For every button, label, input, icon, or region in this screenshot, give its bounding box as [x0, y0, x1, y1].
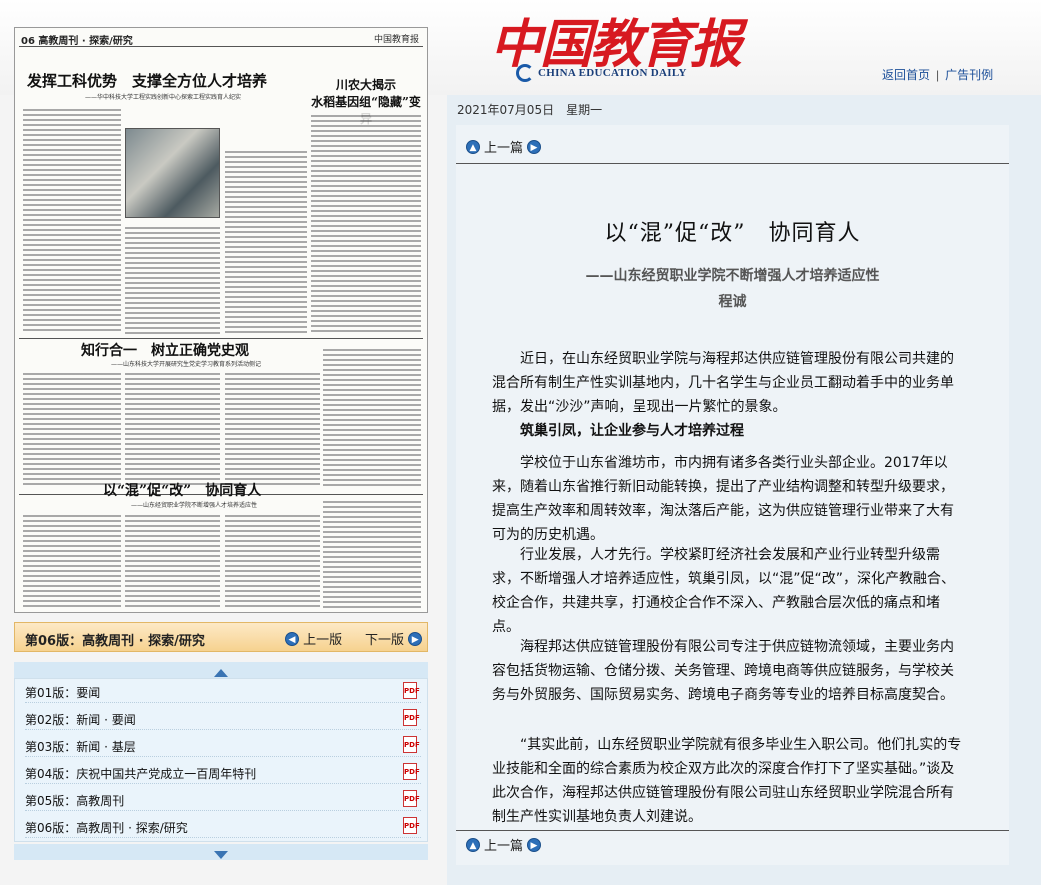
- page-list: 第01版：要闻 PDF 第02版：新闻 · 要闻 PDF 第03版：新闻 · 基层 P…: [14, 678, 428, 842]
- np-text-block: [323, 346, 421, 488]
- article-author: 程诚: [718, 294, 747, 310]
- list-scroll-down[interactable]: [14, 844, 428, 860]
- logo-mark-icon: [516, 64, 534, 82]
- arrow-right-icon: ▶: [527, 139, 542, 154]
- article-subtitle: ——山东经贸职业学院不断增强人才培养适应性: [585, 268, 880, 284]
- arrow-left-icon: ◀: [285, 631, 299, 646]
- np-text-block: [23, 370, 121, 488]
- prev-article-button-bottom[interactable]: ▲ 上一篇 ▶: [466, 835, 542, 854]
- page-list-item[interactable]: 第04版：庆祝中国共产党成立一百周年特刊 PDF: [25, 762, 421, 784]
- np-text-block: [225, 148, 307, 334]
- article-paragraph: 近日，在山东经贸职业学院与海程邦达供应链管理股份有限公司共建的混合所有制生产性实…: [492, 351, 954, 415]
- triangle-down-icon: [214, 851, 228, 859]
- page-list-item[interactable]: 第06版：高教周刊 · 探索/研究 PDF: [25, 816, 421, 838]
- np-text-block: [225, 512, 320, 608]
- np-rule: [19, 46, 423, 47]
- np-photo: [125, 128, 220, 218]
- divider: [456, 163, 1009, 164]
- np-text-block: [125, 370, 220, 488]
- article-paragraph: “其实此前，山东经贸职业学院就有很多毕业生入职公司。他们扎实的专业技能和全面的综…: [492, 737, 962, 825]
- pdf-icon[interactable]: PDF: [403, 763, 420, 780]
- np-headline-1[interactable]: 发挥工科优势 支撑全方位人才培养: [27, 70, 267, 91]
- arrow-up-icon: ▲: [466, 837, 480, 852]
- next-page-button[interactable]: 下一版 ▶: [365, 629, 423, 648]
- np-masthead: 06 高教周刊 · 探索/研究: [21, 36, 133, 47]
- arrow-up-icon: ▲: [466, 139, 480, 154]
- pdf-icon[interactable]: PDF: [403, 682, 420, 699]
- newspaper-page-image[interactable]: 06 高教周刊 · 探索/研究 中国教育报 发挥工科优势 支撑全方位人才培养 —…: [14, 27, 428, 613]
- prev-page-label: 上一版: [303, 633, 343, 648]
- article-section-heading: 筑巢引凤，让企业参与人才培养过程: [520, 423, 744, 439]
- page-list-item[interactable]: 第03版：新闻 · 基层 PDF: [25, 735, 421, 757]
- np-rule: [19, 338, 423, 339]
- left-column: 06 高教周刊 · 探索/研究 中国教育报 发挥工科优势 支撑全方位人才培养 —…: [0, 0, 438, 885]
- np-headline-2[interactable]: 知行合一 树立正确党史观: [81, 340, 249, 360]
- ad-rates-link[interactable]: 广告刊例: [945, 68, 993, 82]
- top-links: 返回首页 | 广告刊例: [882, 66, 993, 83]
- list-scroll-up[interactable]: [14, 662, 428, 678]
- prev-article-label: 上一篇: [484, 839, 524, 854]
- page-list-label: 第05版：高教周刊: [25, 794, 125, 808]
- article-title: 以“混”促“改” 协同育人: [604, 221, 861, 246]
- np-text-block: [225, 370, 320, 488]
- page-list-label: 第03版：新闻 · 基层: [25, 740, 136, 754]
- logo-en-text: CHINA EDUCATION DAILY: [538, 67, 687, 79]
- pdf-icon[interactable]: PDF: [403, 709, 420, 726]
- current-page-label: 第06版：高教周刊 · 探索/研究: [25, 634, 205, 649]
- page-list-label: 第04版：庆祝中国共产党成立一百周年特刊: [25, 767, 257, 781]
- pdf-icon[interactable]: PDF: [403, 790, 420, 807]
- np-sub-1: ——华中科技大学工程实践创新中心探索工程实践育人纪实: [85, 94, 242, 101]
- np-text-block: [23, 106, 121, 334]
- page-nav-bar: 第06版：高教周刊 · 探索/研究 ◀ 上一版 下一版 ▶: [14, 622, 428, 652]
- date-line: 2021年07月05日 星期一: [457, 103, 603, 117]
- prev-page-button[interactable]: ◀ 上一版: [285, 629, 342, 648]
- page-list-item[interactable]: 第05版：高教周刊 PDF: [25, 789, 421, 811]
- page-list-label: 第06版：高教周刊 · 探索/研究: [25, 821, 188, 835]
- pdf-icon[interactable]: PDF: [403, 817, 420, 834]
- page-list-item[interactable]: 第02版：新闻 · 要闻 PDF: [25, 708, 421, 730]
- np-text-block: [323, 498, 421, 608]
- article-panel: 2021年07月05日 星期一 ▲ 上一篇 ▶ 以“混”促“改” 协同育人 ——…: [447, 95, 1041, 885]
- pdf-icon[interactable]: PDF: [403, 736, 420, 753]
- np-headline-3[interactable]: 以“混”促“改” 协同育人: [103, 480, 261, 500]
- article-paragraph: 学校位于山东省潍坊市，市内拥有诸多各类行业头部企业。2017年以来，随着山东省推…: [492, 455, 954, 543]
- np-text-block: [125, 224, 220, 334]
- site-logo-en: CHINA EDUCATION DAILY: [516, 64, 687, 82]
- arrow-right-icon: ▶: [408, 631, 423, 646]
- np-text-block: [125, 512, 220, 608]
- np-text-block: [23, 512, 121, 608]
- page-list-label: 第01版：要闻: [25, 686, 101, 700]
- page-list-item[interactable]: 第01版：要闻 PDF: [25, 681, 421, 703]
- home-link[interactable]: 返回首页: [882, 68, 930, 82]
- next-page-label: 下一版: [365, 633, 405, 648]
- article-paragraph: 海程邦达供应链管理股份有限公司专注于供应链物流领域，主要业务内容包括货物运输、仓…: [492, 639, 954, 703]
- article-box: ▲ 上一篇 ▶ 以“混”促“改” 协同育人 ——山东经贸职业学院不断增强人才培养…: [456, 125, 1009, 865]
- triangle-up-icon: [214, 669, 228, 677]
- divider: [456, 830, 1009, 831]
- divider: |: [936, 68, 940, 82]
- np-text-block: [311, 112, 421, 334]
- prev-article-button[interactable]: ▲ 上一篇 ▶: [466, 137, 542, 156]
- prev-article-label: 上一篇: [484, 141, 524, 156]
- article-paragraph: 行业发展，人才先行。学校紧盯经济社会发展和产业行业转型升级需求，不断增强人才培养…: [492, 547, 956, 635]
- arrow-right-icon: ▶: [527, 837, 542, 852]
- page-list-label: 第02版：新闻 · 要闻: [25, 713, 136, 727]
- np-sub-2: ——山东科技大学开展研究生党史学习教育系列活动侧记: [111, 361, 262, 368]
- np-masthead-right: 中国教育报: [373, 35, 419, 45]
- np-sub-3: ——山东经贸职业学院不断增强人才培养适应性: [131, 502, 258, 509]
